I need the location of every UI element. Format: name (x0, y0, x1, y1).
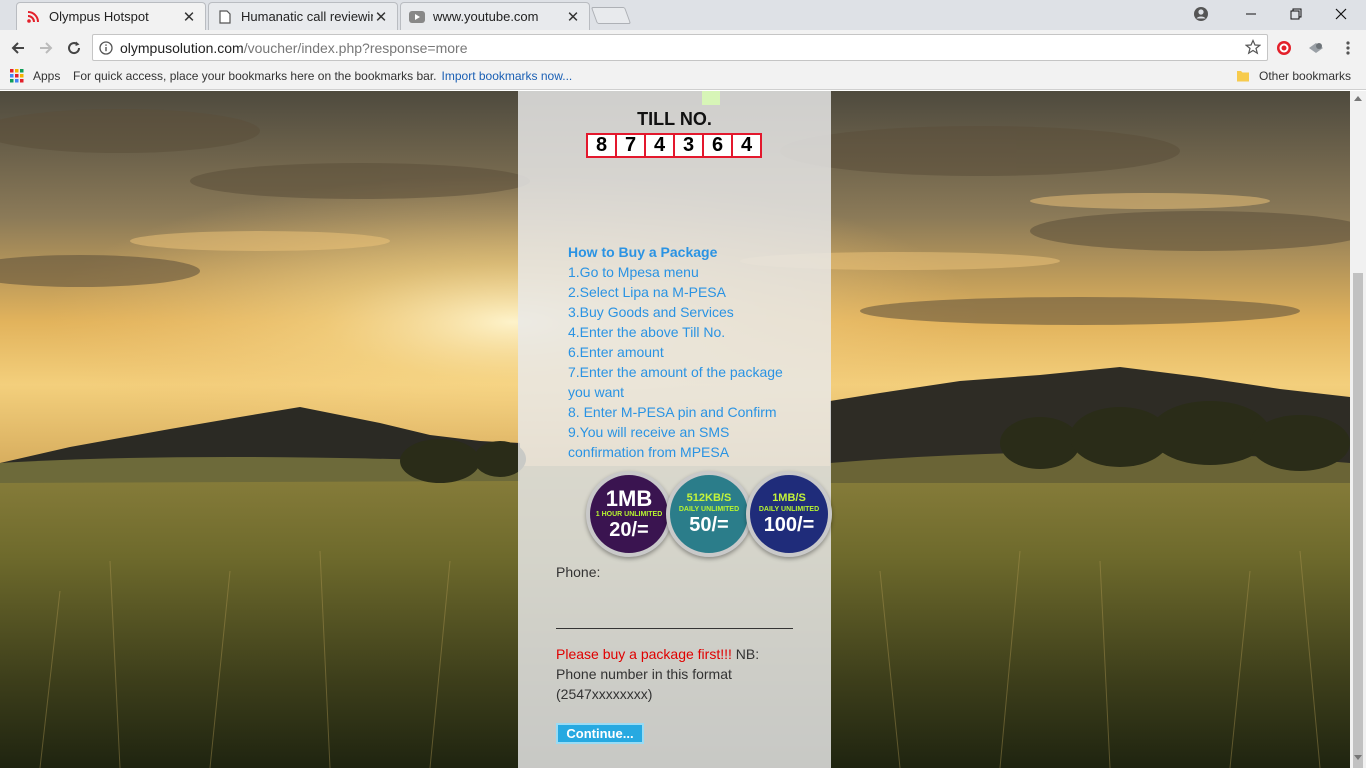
tab-title: www.youtube.com (433, 9, 539, 24)
voucher-panel: TILL NO. 8 7 4 3 6 4 How to Buy a Packag… (518, 91, 832, 768)
instruction-step: 8. Enter M-PESA pin and Confirm (568, 404, 777, 420)
till-digit: 7 (617, 134, 644, 156)
address-bar[interactable]: olympusolution.com/voucher/index.php?res… (92, 34, 1268, 61)
close-icon[interactable]: ✕ (565, 9, 581, 26)
till-digit: 3 (675, 134, 702, 156)
package-sub: DAILY UNLIMITED (758, 506, 820, 513)
extension-icon[interactable] (1306, 38, 1326, 58)
till-digit: 4 (646, 134, 673, 156)
package-badges: 1MB 1 HOUR UNLIMITED 20/= 512KB/S DAILY … (586, 471, 832, 563)
close-window-icon[interactable] (1318, 0, 1364, 28)
package-badge-1mbs-daily[interactable]: 1MB/S DAILY UNLIMITED 100/= (746, 471, 832, 557)
till-number: 8 7 4 3 6 4 (586, 133, 762, 158)
package-price: 50/= (689, 514, 729, 536)
page-scrollbar[interactable] (1350, 91, 1366, 768)
target-extension-icon[interactable] (1274, 38, 1294, 58)
apps-label: Apps (33, 69, 61, 83)
scroll-thumb[interactable] (1353, 273, 1363, 768)
how-to-title: How to Buy a Package (568, 244, 718, 260)
package-top: 1MB/S (772, 492, 806, 504)
package-price: 20/= (609, 518, 649, 541)
back-arrow-icon[interactable] (5, 35, 31, 61)
instruction-step: 1.Go to Mpesa menu (568, 264, 699, 280)
scroll-up-arrow-icon[interactable] (1354, 96, 1362, 101)
instruction-step: 2.Select Lipa na M-PESA (568, 284, 726, 300)
package-sub: 1 HOUR UNLIMITED (595, 510, 663, 518)
instruction-step: 4.Enter the above Till No. (568, 324, 726, 340)
close-icon[interactable]: ✕ (373, 9, 389, 26)
url-path: /voucher/index.php?response=more (243, 39, 468, 56)
page-viewport: TILL NO. 8 7 4 3 6 4 How to Buy a Packag… (0, 91, 1350, 768)
tab-humanatic[interactable]: Humanatic call reviewing ✕ (208, 2, 398, 30)
tab-olympus-hotspot[interactable]: Olympus Hotspot ✕ (16, 2, 206, 30)
payment-note: Please buy a package first!!! NB: Phone … (556, 644, 786, 704)
profile-icon[interactable] (1178, 0, 1224, 28)
phone-label: Phone: (556, 564, 601, 580)
till-digit: 6 (704, 134, 731, 156)
tab-title: Olympus Hotspot (49, 9, 149, 24)
phone-input[interactable] (556, 599, 793, 629)
url-host: olympusolution.com (120, 39, 244, 56)
bookmarks-hint-text: For quick access, place your bookmarks h… (73, 69, 437, 83)
till-digit: 4 (733, 134, 760, 156)
forward-arrow-icon[interactable] (33, 35, 59, 61)
instruction-step: 3.Buy Goods and Services (568, 304, 734, 320)
tab-strip: Olympus Hotspot ✕ Humanatic call reviewi… (0, 0, 1366, 30)
minimize-icon[interactable] (1228, 0, 1274, 28)
till-label: TILL NO. (637, 109, 712, 129)
package-badge-1mb-hour[interactable]: 1MB 1 HOUR UNLIMITED 20/= (586, 471, 672, 557)
document-icon (217, 9, 233, 25)
apps-shortcut[interactable]: Apps (10, 69, 60, 83)
other-bookmarks-label: Other bookmarks (1259, 69, 1352, 83)
package-badge-512kbs-daily[interactable]: 512KB/S DAILY UNLIMITED 50/= (666, 471, 752, 557)
instruction-step: 7.Enter the amount of the package you wa… (568, 364, 783, 400)
package-warning: Please buy a package first!!! (556, 646, 732, 662)
wifi-icon (25, 9, 41, 25)
package-price: 100/= (763, 514, 815, 536)
browser-toolbar: olympusolution.com/voucher/index.php?res… (0, 30, 1366, 65)
tab-youtube[interactable]: www.youtube.com ✕ (400, 2, 590, 30)
package-sub: DAILY UNLIMITED (678, 506, 740, 513)
package-top: 512KB/S (686, 492, 732, 504)
bookmark-star-icon[interactable] (1244, 39, 1262, 58)
bookmarks-bar: Apps For quick access, place your bookma… (0, 65, 1366, 90)
bookmarks-hint: For quick access, place your bookmarks h… (73, 69, 572, 83)
package-top: 1MB (605, 485, 653, 511)
info-icon[interactable] (99, 40, 113, 55)
tab-title: Humanatic call reviewing (241, 9, 373, 24)
new-tab-button[interactable] (590, 7, 632, 24)
apps-grid-icon (10, 69, 24, 83)
restore-icon[interactable] (1273, 0, 1319, 28)
continue-button[interactable]: Continue... (556, 723, 644, 744)
youtube-icon (409, 9, 425, 25)
menu-icon[interactable] (1338, 38, 1358, 58)
close-icon[interactable]: ✕ (181, 9, 197, 26)
how-to-buy-instructions: How to Buy a Package 1.Go to Mpesa menu … (568, 242, 798, 462)
instruction-step: 6.Enter amount (568, 344, 664, 360)
till-digit: 8 (588, 134, 615, 156)
instruction-step: 9.You will receive an SMS confirmation f… (568, 424, 730, 460)
reload-icon[interactable] (61, 35, 87, 61)
scroll-down-arrow-icon[interactable] (1354, 755, 1362, 760)
decorative-marker (702, 91, 720, 105)
folder-icon (1236, 69, 1250, 83)
import-bookmarks-link[interactable]: Import bookmarks now... (442, 69, 573, 83)
other-bookmarks[interactable]: Other bookmarks (1236, 69, 1351, 83)
